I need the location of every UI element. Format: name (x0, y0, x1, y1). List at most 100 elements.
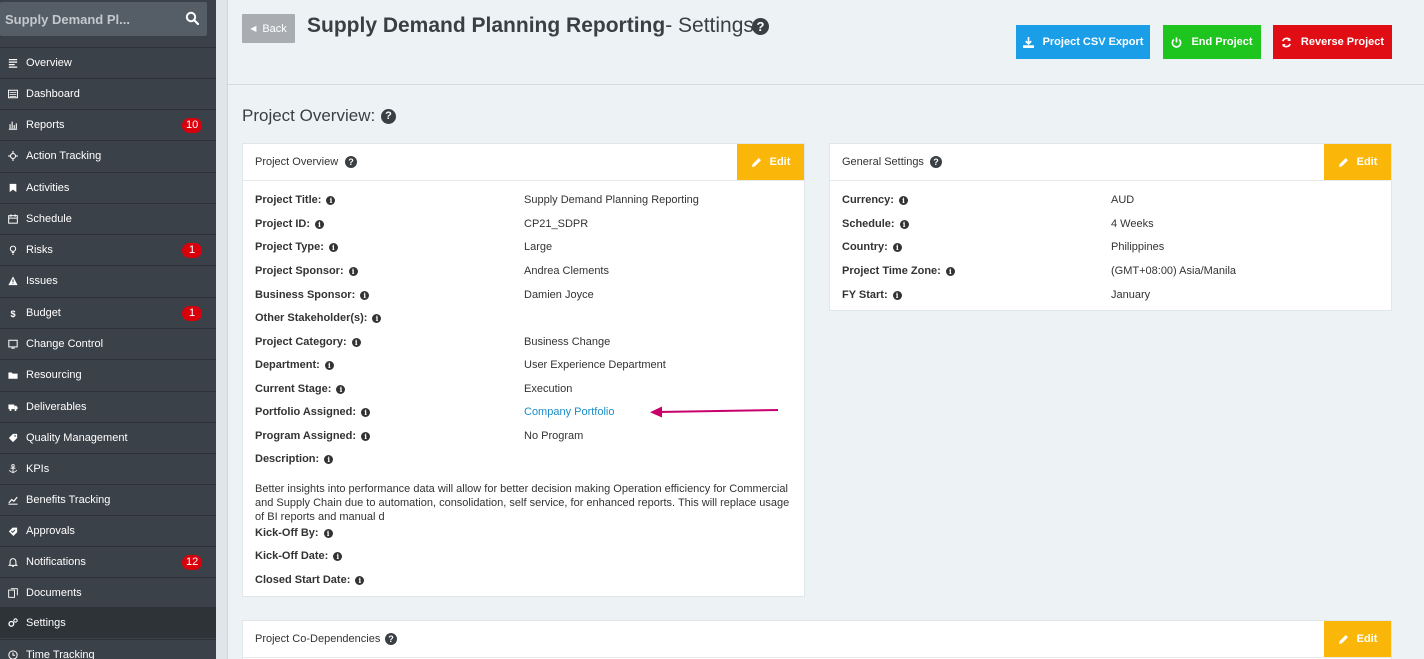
sidebar-item-time-tracking[interactable]: Time Tracking (0, 639, 216, 659)
schedule-value: 4 Weeks (1111, 218, 1154, 230)
sidebar-item-settings[interactable]: Settings (0, 607, 216, 638)
edit-general-settings-button[interactable]: Edit (1324, 144, 1391, 180)
sidebar-item-issues[interactable]: Issues (0, 265, 216, 296)
search-icon[interactable] (185, 11, 199, 25)
info-icon[interactable]: i (328, 243, 338, 252)
project-title-value: Supply Demand Planning Reporting (524, 194, 699, 206)
info-icon[interactable]: i (323, 529, 333, 538)
program-assigned-value: No Program (524, 430, 584, 442)
help-icon[interactable]: ? (385, 633, 397, 645)
project-sponsor-value: Andrea Clements (524, 265, 609, 277)
benefits-tracking-icon (0, 495, 26, 505)
info-icon[interactable]: i (326, 196, 336, 205)
sidebar-item-quality-management[interactable]: Quality Management (0, 422, 216, 453)
download-icon (1022, 36, 1034, 48)
sidebar-item-schedule[interactable]: Schedule (0, 203, 216, 234)
info-icon[interactable]: i (348, 267, 358, 276)
info-icon[interactable]: i (898, 196, 908, 205)
help-icon[interactable]: ? (930, 156, 942, 168)
project-search-text[interactable]: Supply Demand Pl... (5, 12, 130, 27)
sidebar-item-action-tracking[interactable]: Action Tracking (0, 140, 216, 171)
edit-overview-button[interactable]: Edit (737, 144, 804, 180)
current-stage-label: Current Stage: i (255, 383, 346, 395)
panel-title: General Settings (842, 156, 924, 168)
info-icon[interactable]: i (892, 243, 902, 252)
panel-header: General Settings ? Edit (830, 144, 1391, 181)
sidebar-item-notifications[interactable]: Notifications 12 (0, 546, 216, 577)
info-icon[interactable]: i (315, 220, 325, 229)
panel-title: Project Overview (255, 156, 339, 168)
project-search-box[interactable]: Supply Demand Pl... (0, 2, 207, 36)
deliverables-icon (0, 402, 26, 412)
help-icon[interactable]: ? (752, 18, 769, 35)
sidebar-item-change-control[interactable]: Change Control (0, 328, 216, 359)
field-label-text: Project Type: (255, 241, 324, 253)
sidebar-item-reports[interactable]: Reports 10 (0, 109, 216, 140)
time-tracking-icon (0, 650, 26, 659)
sidebar-item-label: KPIs (26, 463, 50, 475)
reports-icon (0, 120, 26, 130)
info-icon[interactable]: i (324, 361, 334, 370)
panel-header: Project Co-Dependencies ? Edit (243, 621, 1391, 658)
count-badge: 1 (182, 243, 202, 258)
sidebar-item-kpis[interactable]: KPIs (0, 453, 216, 484)
department-value: User Experience Department (524, 359, 666, 371)
description-label: Description: i (255, 453, 334, 465)
field-label-text: Currency: (842, 194, 894, 206)
sidebar-item-documents[interactable]: Documents (0, 577, 216, 608)
sidebar-item-resourcing[interactable]: Resourcing (0, 359, 216, 390)
sidebar-gutter (216, 0, 228, 659)
info-icon[interactable]: i (372, 314, 382, 323)
sidebar-item-label: Reports (26, 119, 65, 131)
info-icon[interactable]: i (899, 220, 909, 229)
quality-management-icon (0, 433, 26, 443)
end-project-button[interactable]: End Project (1163, 25, 1261, 59)
project-csv-export-button[interactable]: Project CSV Export (1016, 25, 1150, 59)
info-icon[interactable]: i (351, 338, 361, 347)
portfolio-assigned-value[interactable]: Company Portfolio (524, 406, 615, 418)
currency-label: Currency: i (842, 194, 908, 206)
project-overview-panel: Project Overview ? Edit Project Title: i S… (242, 143, 805, 597)
sidebar: Supply Demand Pl... Overview Dashboard Rep… (0, 0, 216, 659)
general-settings-panel: General Settings ? Edit Currency: i AUD Sch… (829, 143, 1392, 311)
chevron-left-icon: ◀ (250, 24, 257, 33)
project-type-value: Large (524, 241, 553, 253)
back-button[interactable]: ◀ Back (242, 14, 295, 43)
reverse-project-label: Reverse Project (1300, 36, 1385, 48)
dashboard-icon (0, 89, 26, 99)
sidebar-item-label: Dashboard (26, 88, 80, 100)
pencil-icon (1338, 157, 1348, 167)
project-category-label: Project Category: i (255, 336, 361, 348)
info-icon[interactable]: i (333, 552, 343, 561)
approvals-icon (0, 526, 26, 536)
sidebar-item-deliverables[interactable]: Deliverables (0, 391, 216, 422)
fy-start-value: January (1111, 289, 1151, 301)
help-icon[interactable]: ? (381, 109, 396, 124)
help-icon[interactable]: ? (345, 156, 357, 168)
info-icon[interactable]: i (355, 576, 365, 585)
sidebar-item-activities[interactable]: Activities (0, 172, 216, 203)
info-icon[interactable]: i (324, 455, 334, 464)
sidebar-item-label: Change Control (26, 338, 104, 350)
info-icon[interactable]: i (336, 385, 346, 394)
info-icon[interactable]: i (361, 408, 371, 417)
field-label-text: Other Stakeholder(s): (255, 312, 368, 324)
sidebar-item-dashboard[interactable]: Dashboard (0, 78, 216, 109)
info-icon[interactable]: i (360, 291, 370, 300)
edit-label: Edit (769, 156, 791, 168)
country-label: Country: i (842, 241, 902, 253)
sidebar-item-benefits-tracking[interactable]: Benefits Tracking (0, 484, 216, 515)
field-label-text: Schedule: (842, 218, 895, 230)
info-icon[interactable]: i (892, 291, 902, 300)
sidebar-item-budget[interactable]: $ Budget 1 (0, 297, 216, 328)
sidebar-item-risks[interactable]: Risks 1 (0, 234, 216, 265)
sidebar-item-approvals[interactable]: Approvals (0, 515, 216, 546)
info-icon[interactable]: i (361, 432, 371, 441)
edit-co-dependencies-button[interactable]: Edit (1324, 621, 1391, 657)
field-label-text: Kick-Off By: (255, 527, 319, 539)
sidebar-item-overview[interactable]: Overview (0, 47, 216, 78)
reverse-project-button[interactable]: Reverse Project (1273, 25, 1392, 59)
risks-icon (0, 245, 26, 255)
header-divider (228, 84, 1424, 85)
info-icon[interactable]: i (945, 267, 955, 276)
